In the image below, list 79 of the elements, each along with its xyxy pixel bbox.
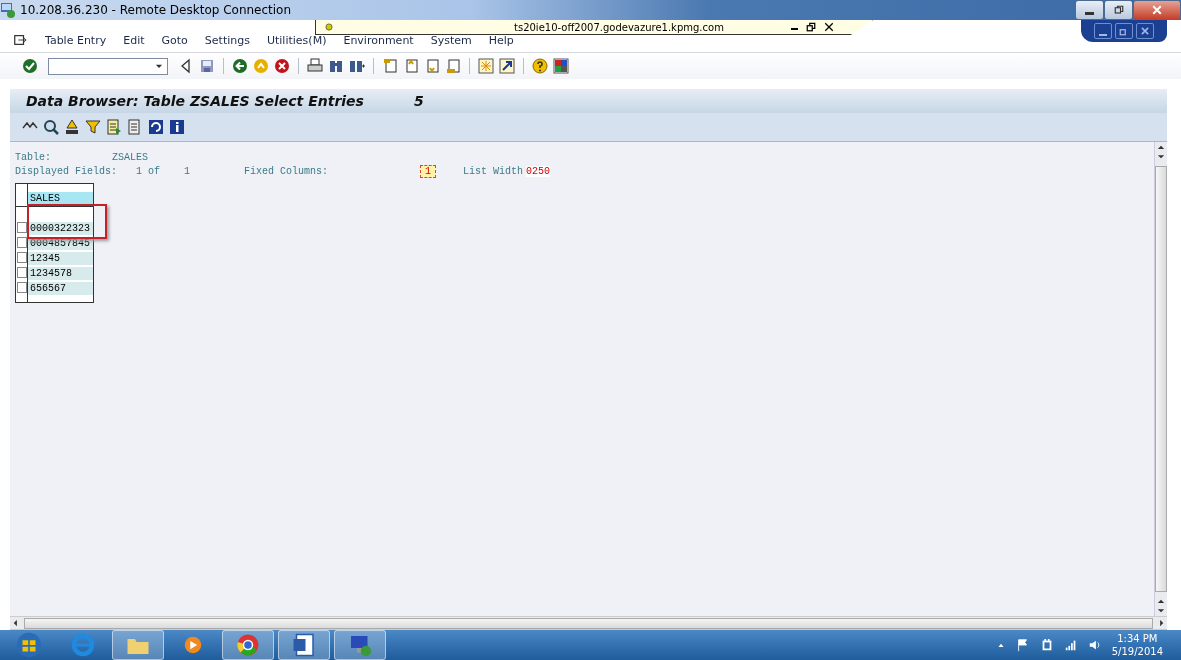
clock-time: 1:34 PM (1117, 632, 1158, 645)
list-width-value: 0250 (526, 165, 551, 177)
chrome-taskbar-button[interactable] (222, 630, 274, 660)
enter-icon[interactable] (22, 58, 38, 74)
media-player-icon[interactable] (182, 634, 204, 656)
menu-item[interactable]: Edit (123, 33, 145, 47)
flag-icon[interactable] (1015, 638, 1030, 652)
row-checkbox[interactable] (17, 237, 27, 248)
menu-item[interactable]: Environment (343, 33, 414, 47)
row-checkbox[interactable] (17, 252, 27, 263)
monitor-icon (348, 633, 372, 657)
menu-item[interactable]: Table Entry (45, 33, 107, 47)
export-icon[interactable] (106, 119, 122, 135)
row-checkbox[interactable] (17, 267, 27, 278)
help-icon[interactable] (532, 58, 548, 74)
round-browser-icon (236, 633, 260, 657)
list-width-label: List Width (463, 165, 524, 177)
print-icon[interactable] (307, 58, 323, 74)
fields-total: 1 (184, 165, 191, 177)
restore-icon (1112, 4, 1125, 16)
last-page-icon[interactable] (445, 58, 461, 74)
previous-page-icon[interactable] (403, 58, 419, 74)
vertical-scrollbar[interactable] (1154, 142, 1167, 616)
windows-logo-icon (16, 632, 42, 658)
folder-taskbar-button[interactable] (112, 630, 164, 660)
horizontal-scrollbar[interactable] (10, 616, 1167, 630)
menu-item[interactable]: Goto (161, 33, 188, 47)
clock[interactable]: 1:34 PM 5/19/2014 (1111, 632, 1163, 658)
clock-date: 5/19/2014 (1111, 645, 1163, 658)
table-cell: 1234578 (28, 267, 93, 280)
layout-icon[interactable] (553, 58, 569, 74)
fields-of: of (148, 165, 161, 177)
host-name: ts20ie10-off2007.godevazure1.kpmg.com (514, 21, 724, 33)
list-icon[interactable] (127, 119, 143, 135)
table-cell: 0000322323 (28, 222, 93, 235)
sort-icon[interactable] (64, 119, 80, 135)
minimize-button[interactable] (1075, 0, 1104, 20)
command-field[interactable] (48, 57, 168, 75)
menu-icon[interactable] (12, 33, 28, 47)
menu-item[interactable]: Settings (204, 33, 250, 47)
save-icon[interactable] (199, 58, 215, 74)
remote-desktop-taskbar-button[interactable] (334, 630, 386, 660)
table-label: Table: (15, 151, 52, 163)
row-checkbox[interactable] (17, 282, 27, 293)
refresh-icon[interactable] (148, 119, 164, 135)
remote-desktop-icon (0, 2, 16, 18)
menu-item[interactable]: Utilities(M) (266, 33, 327, 47)
document-taskbar-button[interactable] (278, 630, 330, 660)
menu-item[interactable]: System (430, 33, 472, 47)
first-page-icon[interactable] (382, 58, 398, 74)
restore-button[interactable] (1104, 0, 1133, 20)
fixed-columns-field[interactable]: 1 (420, 164, 437, 178)
table-name: ZSALES (112, 151, 148, 163)
menu-item[interactable]: Help (488, 33, 514, 47)
filter-icon[interactable] (85, 119, 101, 135)
window-title: 10.208.36.230 - Remote Desktop Connection (20, 3, 292, 17)
close-icon (1151, 4, 1163, 16)
magnifier-icon[interactable] (43, 119, 59, 135)
back-arrow-icon[interactable] (232, 58, 248, 74)
close-icon[interactable] (824, 22, 834, 32)
table-cell: 656567 (28, 282, 93, 295)
fixed-columns-label: Fixed Columns: (244, 165, 329, 177)
table-cell: 12345 (28, 252, 93, 265)
document-w-icon (292, 633, 316, 657)
pin-icon[interactable] (324, 22, 334, 32)
info-icon[interactable] (169, 119, 185, 135)
signal-icon[interactable] (1063, 638, 1078, 652)
screen-title: Data Browser: Table ZSALES Select Entries (26, 93, 364, 109)
close-button[interactable] (1133, 0, 1181, 20)
restore-icon[interactable] (806, 22, 816, 32)
cancel-icon[interactable] (274, 58, 290, 74)
fields-shown: 1 (136, 165, 142, 177)
shortcut-icon[interactable] (499, 58, 515, 74)
next-page-icon[interactable] (424, 58, 440, 74)
speaker-icon[interactable] (1087, 638, 1102, 652)
row-checkbox[interactable] (17, 222, 27, 233)
fields-label: Displayed Fields: (15, 165, 119, 177)
minimize-icon (1085, 11, 1094, 15)
entry-count: 5 (413, 93, 424, 109)
